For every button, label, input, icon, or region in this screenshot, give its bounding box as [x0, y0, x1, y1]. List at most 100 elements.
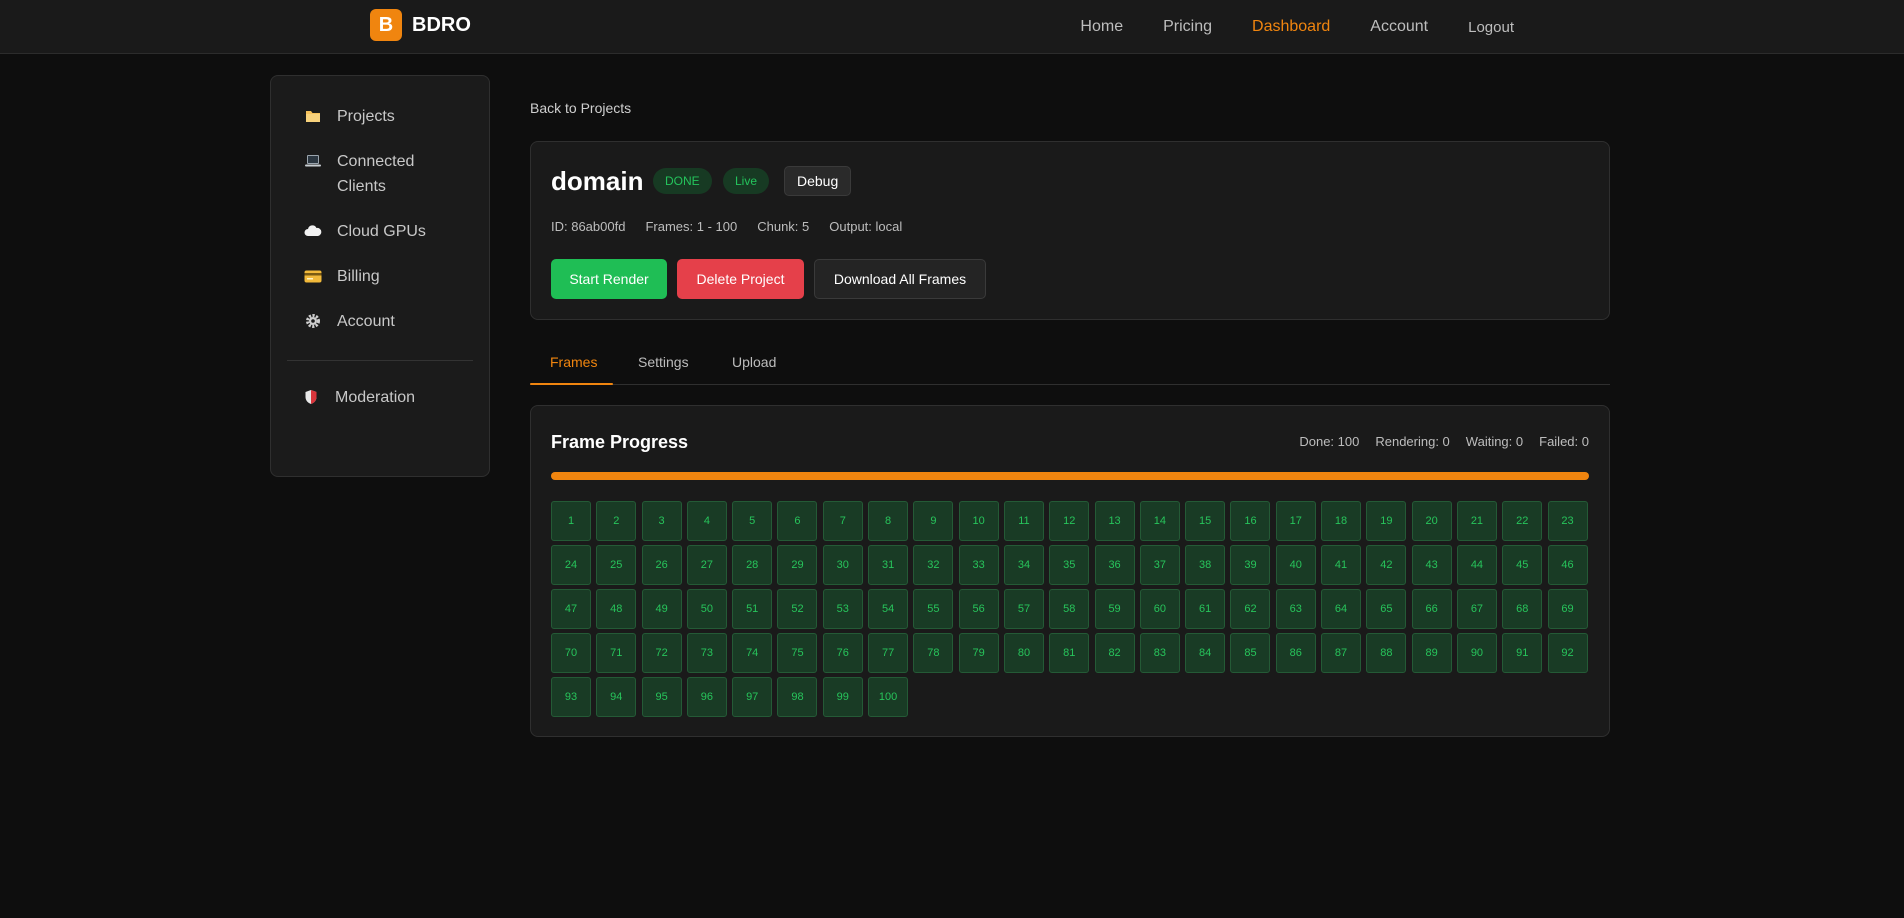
frame-tile[interactable]: 64	[1321, 589, 1362, 629]
frame-tile[interactable]: 25	[596, 545, 637, 585]
frame-tile[interactable]: 38	[1185, 545, 1226, 585]
frame-tile[interactable]: 21	[1456, 501, 1497, 541]
frame-tile[interactable]: 97	[732, 677, 773, 717]
frame-tile[interactable]: 48	[596, 589, 637, 629]
frame-tile[interactable]: 42	[1366, 545, 1407, 585]
frame-tile[interactable]: 69	[1547, 589, 1588, 629]
frame-tile[interactable]: 55	[913, 589, 954, 629]
frame-tile[interactable]: 78	[913, 633, 954, 673]
frame-tile[interactable]: 70	[551, 633, 591, 673]
frame-tile[interactable]: 16	[1230, 501, 1271, 541]
frame-tile[interactable]: 23	[1547, 501, 1588, 541]
frame-tile[interactable]: 45	[1502, 545, 1543, 585]
frame-tile[interactable]: 20	[1411, 501, 1452, 541]
frame-tile[interactable]: 13	[1094, 501, 1135, 541]
frame-tile[interactable]: 3	[641, 501, 682, 541]
frame-tile[interactable]: 17	[1275, 501, 1316, 541]
frame-tile[interactable]: 85	[1230, 633, 1271, 673]
frame-tile[interactable]: 96	[686, 677, 727, 717]
frame-tile[interactable]: 6	[777, 501, 818, 541]
frame-tile[interactable]: 59	[1094, 589, 1135, 629]
frame-tile[interactable]: 4	[686, 501, 727, 541]
download-all-frames-button[interactable]: Download All Frames	[814, 259, 986, 299]
frame-tile[interactable]: 46	[1547, 545, 1588, 585]
frame-tile[interactable]: 44	[1456, 545, 1497, 585]
frame-tile[interactable]: 84	[1185, 633, 1226, 673]
frame-tile[interactable]: 32	[913, 545, 954, 585]
frame-tile[interactable]: 94	[596, 677, 637, 717]
frame-tile[interactable]: 51	[732, 589, 773, 629]
frame-tile[interactable]: 10	[958, 501, 999, 541]
sidebar-item-account[interactable]: Account	[271, 299, 489, 344]
frame-tile[interactable]: 50	[686, 589, 727, 629]
frame-tile[interactable]: 95	[641, 677, 682, 717]
frame-tile[interactable]: 82	[1094, 633, 1135, 673]
debug-button[interactable]: Debug	[784, 166, 852, 196]
frame-tile[interactable]: 71	[596, 633, 637, 673]
frame-tile[interactable]: 90	[1456, 633, 1497, 673]
frame-tile[interactable]: 80	[1003, 633, 1044, 673]
frame-tile[interactable]: 11	[1003, 501, 1044, 541]
frame-tile[interactable]: 40	[1275, 545, 1316, 585]
frame-tile[interactable]: 56	[958, 589, 999, 629]
frame-tile[interactable]: 54	[868, 589, 909, 629]
frame-tile[interactable]: 7	[822, 501, 863, 541]
frame-tile[interactable]: 77	[868, 633, 909, 673]
frame-tile[interactable]: 68	[1502, 589, 1543, 629]
nav-pricing[interactable]: Pricing	[1163, 18, 1212, 36]
frame-tile[interactable]: 31	[868, 545, 909, 585]
frame-tile[interactable]: 93	[551, 677, 591, 717]
frame-tile[interactable]: 86	[1275, 633, 1316, 673]
frame-tile[interactable]: 76	[822, 633, 863, 673]
nav-dashboard[interactable]: Dashboard	[1252, 18, 1330, 36]
frame-tile[interactable]: 22	[1502, 501, 1543, 541]
frame-tile[interactable]: 33	[958, 545, 999, 585]
nav-logout[interactable]: Logout	[1468, 19, 1514, 36]
frame-tile[interactable]: 57	[1003, 589, 1044, 629]
frame-tile[interactable]: 26	[641, 545, 682, 585]
nav-account[interactable]: Account	[1370, 18, 1428, 36]
frame-tile[interactable]: 91	[1502, 633, 1543, 673]
tab-settings[interactable]: Settings	[638, 354, 689, 370]
logo[interactable]: B BDRO	[370, 9, 471, 41]
frame-tile[interactable]: 66	[1411, 589, 1452, 629]
frame-tile[interactable]: 73	[686, 633, 727, 673]
frame-tile[interactable]: 34	[1003, 545, 1044, 585]
frame-tile[interactable]: 58	[1049, 589, 1090, 629]
sidebar-item-cloud-gpus[interactable]: Cloud GPUs	[271, 209, 489, 254]
frame-tile[interactable]: 1	[551, 501, 591, 541]
sidebar-item-connected-clients[interactable]: Connected Clients	[271, 139, 489, 209]
frame-tile[interactable]: 52	[777, 589, 818, 629]
frame-tile[interactable]: 15	[1185, 501, 1226, 541]
frame-tile[interactable]: 83	[1139, 633, 1180, 673]
frame-tile[interactable]: 18	[1321, 501, 1362, 541]
frame-tile[interactable]: 47	[551, 589, 591, 629]
frame-tile[interactable]: 9	[913, 501, 954, 541]
frame-tile[interactable]: 98	[777, 677, 818, 717]
frame-tile[interactable]: 36	[1094, 545, 1135, 585]
frame-tile[interactable]: 53	[822, 589, 863, 629]
frame-tile[interactable]: 35	[1049, 545, 1090, 585]
frame-tile[interactable]: 19	[1366, 501, 1407, 541]
frame-tile[interactable]: 41	[1321, 545, 1362, 585]
frame-tile[interactable]: 99	[822, 677, 863, 717]
frame-tile[interactable]: 92	[1547, 633, 1588, 673]
frame-tile[interactable]: 72	[641, 633, 682, 673]
frame-tile[interactable]: 8	[868, 501, 909, 541]
back-to-projects-link[interactable]: Back to Projects	[530, 100, 631, 116]
frame-tile[interactable]: 74	[732, 633, 773, 673]
frame-tile[interactable]: 100	[868, 677, 909, 717]
start-render-button[interactable]: Start Render	[551, 259, 667, 299]
frame-tile[interactable]: 75	[777, 633, 818, 673]
delete-project-button[interactable]: Delete Project	[677, 259, 804, 299]
nav-home[interactable]: Home	[1080, 18, 1123, 36]
frame-tile[interactable]: 24	[551, 545, 591, 585]
frame-tile[interactable]: 81	[1049, 633, 1090, 673]
sidebar-item-billing[interactable]: Billing	[271, 254, 489, 299]
frame-tile[interactable]: 79	[958, 633, 999, 673]
frame-tile[interactable]: 5	[732, 501, 773, 541]
frame-tile[interactable]: 29	[777, 545, 818, 585]
frame-tile[interactable]: 49	[641, 589, 682, 629]
frame-tile[interactable]: 12	[1049, 501, 1090, 541]
frame-tile[interactable]: 63	[1275, 589, 1316, 629]
